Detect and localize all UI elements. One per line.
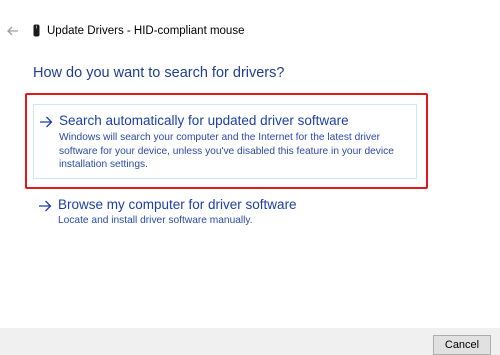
option-description: Locate and install driver software manua… <box>58 215 253 226</box>
option-description: Windows will search your computer and th… <box>59 132 394 170</box>
page-heading: How do you want to search for drivers? <box>33 65 285 81</box>
option-title: Search automatically for updated driver … <box>59 113 349 128</box>
cancel-button[interactable]: Cancel <box>433 335 491 355</box>
browse-computer-option[interactable]: Browse my computer for driver software L… <box>33 194 417 230</box>
window-title: Update Drivers - HID-compliant mouse <box>47 25 245 37</box>
back-arrow-icon[interactable] <box>4 22 22 40</box>
search-automatically-option[interactable]: Search automatically for updated driver … <box>33 104 417 179</box>
option-title: Browse my computer for driver software <box>58 197 297 212</box>
dialog-footer <box>0 328 500 355</box>
title-bar: Update Drivers - HID-compliant mouse <box>0 0 500 56</box>
right-arrow-icon <box>38 199 52 212</box>
right-arrow-icon <box>39 115 53 128</box>
update-drivers-dialog: Update Drivers - HID-compliant mouse How… <box>0 0 500 355</box>
mouse-icon <box>33 24 40 37</box>
